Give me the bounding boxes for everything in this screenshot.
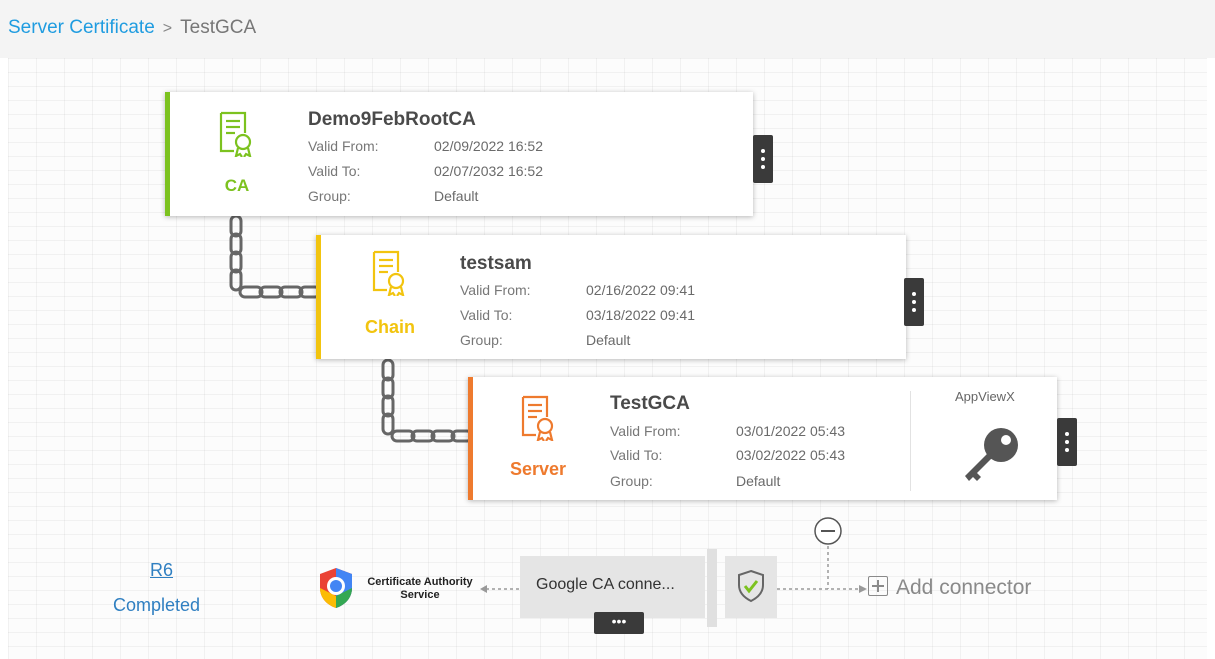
request-id-link[interactable]: R6 — [150, 560, 173, 581]
breadcrumb-current: TestGCA — [180, 17, 257, 38]
certificate-type-label: Chain — [364, 317, 415, 337]
certificate-name: Demo9FebRootCA — [308, 109, 476, 130]
certificate-icon — [219, 111, 252, 157]
request-status-label: Completed — [113, 595, 201, 615]
certificate-type-label: CA — [224, 176, 250, 195]
valid-from-value: 02/09/2022 16:52 — [434, 138, 543, 154]
group-label: Group: — [610, 473, 653, 489]
valid-from-value: 03/01/2022 05:43 — [736, 423, 845, 439]
certificate-name: TestGCA — [610, 393, 690, 414]
valid-to-value: 03/18/2022 09:41 — [586, 307, 695, 323]
chain-link-chain-to-server-icon — [381, 358, 474, 443]
plus-icon — [868, 576, 888, 596]
group-row: Group: Default — [610, 473, 780, 489]
valid-to-label: Valid To: — [610, 447, 663, 463]
chain-card-menu-button[interactable] — [904, 278, 924, 326]
group-label: Group: — [460, 332, 503, 348]
group-value: Default — [586, 332, 631, 348]
header-bar: Server Certificate > TestGCA — [0, 0, 1215, 58]
connector-dotted-arrow-right — [777, 546, 867, 593]
group-value: Default — [434, 188, 479, 204]
policy-shield-box[interactable] — [725, 556, 777, 618]
valid-from-row: Valid From: 03/01/2022 05:43 — [610, 423, 845, 439]
certificate-authority-service-logo-icon — [320, 568, 352, 608]
ca-service-line2: Service — [400, 589, 440, 601]
valid-to-row: Valid To: 03/02/2022 05:43 — [610, 447, 845, 463]
key-icon — [965, 428, 1018, 481]
chain-color-bar — [316, 235, 321, 359]
certificate-name: testsam — [460, 253, 532, 274]
valid-to-label: Valid To: — [460, 307, 513, 323]
remove-connector-icon[interactable] — [813, 516, 843, 546]
connector-more-button[interactable]: ••• — [594, 612, 644, 634]
shield-check-icon — [738, 569, 764, 603]
valid-to-label: Valid To: — [308, 163, 361, 179]
ca-color-bar — [165, 92, 170, 216]
issuing-ca-label: AppViewX — [955, 389, 1015, 404]
certificate-type-label: Server — [509, 459, 567, 479]
breadcrumb-separator: > — [162, 20, 173, 37]
server-color-bar — [468, 377, 473, 500]
ca-service-line1: Certificate Authority — [367, 576, 473, 588]
valid-to-row: Valid To: 02/07/2032 16:52 — [308, 163, 543, 179]
group-row: Group: Default — [308, 188, 478, 204]
certificate-icon — [521, 395, 554, 441]
group-label: Group: — [308, 188, 351, 204]
valid-from-value: 02/16/2022 09:41 — [586, 282, 695, 298]
valid-from-row: Valid From: 02/09/2022 16:52 — [308, 138, 543, 154]
card-column-divider — [910, 391, 911, 491]
ca-card-menu-button[interactable] — [753, 135, 773, 183]
server-card-menu-button[interactable] — [1057, 418, 1077, 466]
ca-certificate-card[interactable]: CA Demo9FebRootCA Valid From: 02/09/2022 … — [165, 92, 753, 216]
valid-from-label: Valid From: — [610, 423, 681, 439]
breadcrumb-server-certificate-link[interactable]: Server Certificate — [8, 17, 155, 38]
add-connector-label: Add connector — [896, 576, 1032, 599]
group-row: Group: Default — [460, 332, 630, 348]
connector-dotted-arrow-left — [480, 585, 520, 593]
google-ca-connector-box[interactable]: Google CA conne... — [520, 556, 705, 618]
add-connector-button[interactable]: Add connector — [868, 576, 1031, 600]
chain-link-ca-to-chain-icon — [229, 214, 322, 299]
breadcrumb: Server Certificate > TestGCA — [8, 17, 256, 39]
chain-certificate-card[interactable]: Chain testsam Valid From: 02/16/2022 09:4… — [316, 235, 906, 359]
google-ca-connector-label: Google CA conne... — [536, 576, 675, 593]
valid-to-row: Valid To: 03/18/2022 09:41 — [460, 307, 695, 323]
valid-from-label: Valid From: — [308, 138, 379, 154]
valid-from-label: Valid From: — [460, 282, 531, 298]
group-value: Default — [736, 473, 781, 489]
connector-divider — [707, 549, 717, 627]
certificate-authority-service-label: Certificate Authority Service — [359, 576, 481, 602]
valid-to-value: 03/02/2022 05:43 — [736, 447, 845, 463]
certificate-icon — [372, 250, 405, 296]
valid-to-value: 02/07/2032 16:52 — [434, 163, 543, 179]
valid-from-row: Valid From: 02/16/2022 09:41 — [460, 282, 695, 298]
